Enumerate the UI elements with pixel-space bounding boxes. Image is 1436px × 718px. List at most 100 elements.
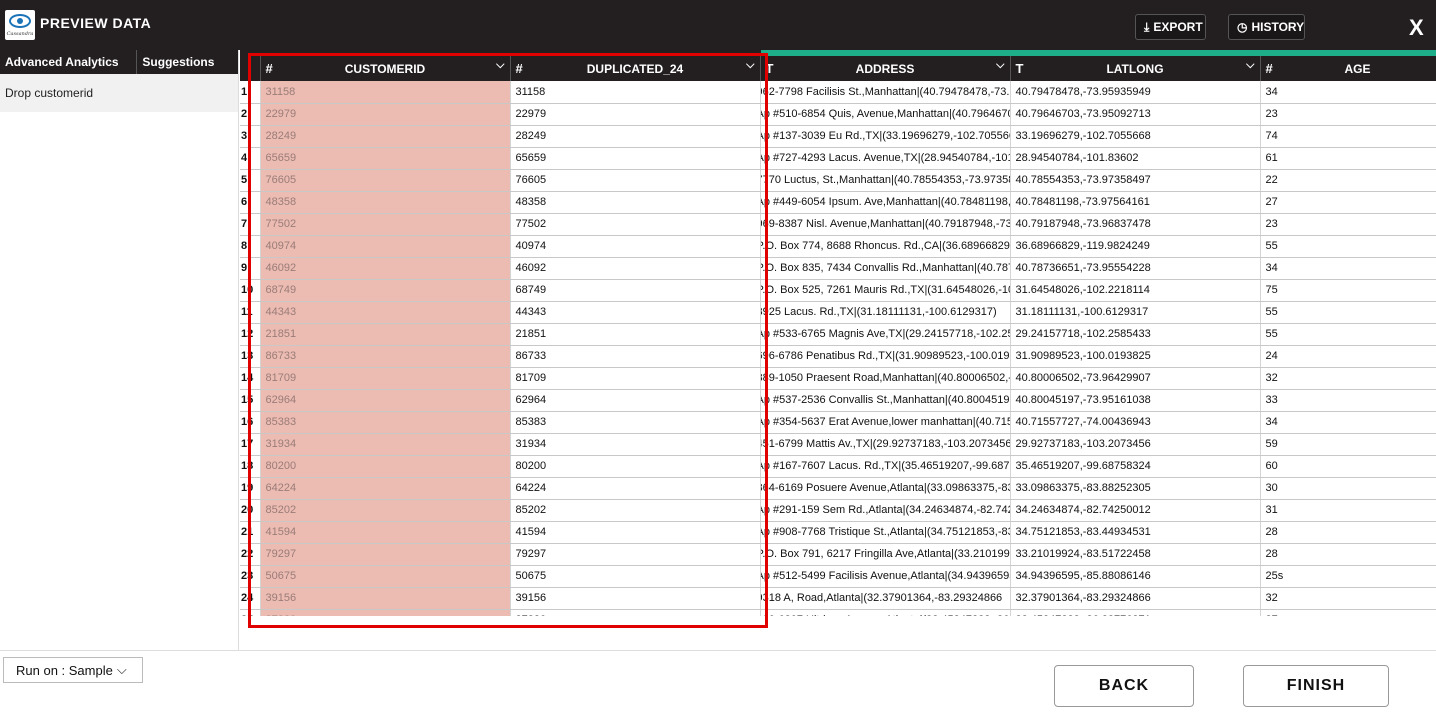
table-cell: 32 <box>1260 587 1436 610</box>
table-cell: 7770 Luctus, St.,Manhattan|(40.78554353,… <box>760 169 1011 192</box>
table-cell: 28 <box>1260 543 1436 566</box>
table-cell: 64224 <box>260 477 511 500</box>
table-cell: 77502 <box>510 213 761 236</box>
table-cell: 30 <box>1260 477 1436 500</box>
table-row[interactable]: 19 64224 64224 864-6169 Posuere Avenue,Atla… <box>240 477 1436 500</box>
cassandra-logo: Cassandra <box>5 10 35 40</box>
table-row[interactable]: 24 39156 39156 9318 A, Road,Atlanta|(32.379… <box>240 587 1436 610</box>
table-row[interactable]: 1 31158 31158 962-7798 Facilisis St.,Manhat… <box>240 81 1436 104</box>
chevron-down-icon[interactable]: ⌵ <box>996 59 1004 72</box>
row-number: 11 <box>240 301 261 324</box>
table-row[interactable]: 84097440974P.O. Box 774, 8688 Rhoncus. R… <box>240 235 1436 258</box>
table-row[interactable]: 214159441594Ap #908-7768 Tristique St.,A… <box>240 521 1436 544</box>
row-number: 7 <box>240 213 261 236</box>
chevron-down-icon[interactable]: ⌵ <box>746 59 754 72</box>
row-number: 9 <box>240 257 261 280</box>
row-number: 22 <box>240 543 261 566</box>
table-row[interactable]: 22297922979Ap #510-6854 Quis, Avenue,Man… <box>240 103 1436 126</box>
row-number: 1 <box>240 81 261 104</box>
chevron-down-icon[interactable]: ⌵ <box>496 59 504 72</box>
table-cell: 31158 <box>510 81 761 104</box>
table-cell: 40.79187948,-73.96837478 <box>1010 213 1261 236</box>
close-icon[interactable]: X <box>1409 15 1424 41</box>
table-row[interactable]: 7 77502 77502 969-8387 Nisl. Avenue,Manhatt… <box>240 213 1436 236</box>
column-header-address[interactable]: T ADDRESS ⌵ <box>760 50 1011 81</box>
table-cell: 22979 <box>260 103 511 126</box>
table-row[interactable]: 5 76605 76605 7770 Luctus, St.,Manhattan|(4… <box>240 169 1436 192</box>
run-on-select[interactable]: Run on : Sample ⌵ <box>3 657 143 683</box>
table-cell: 31 <box>1260 499 1436 522</box>
history-button[interactable]: ◷ HISTORY <box>1228 14 1305 40</box>
history-label: HISTORY <box>1251 20 1305 34</box>
column-type-icon: # <box>1265 61 1273 76</box>
table-cell: Ap #537-2536 Convallis St.,Manhattan|(40… <box>760 389 1011 412</box>
table-cell: 68749 <box>260 279 511 302</box>
table-cell: 75 <box>1260 279 1436 302</box>
table-cell: 34 <box>1260 81 1436 104</box>
data-grid[interactable]: # CUSTOMERID ⌵ # DUPLICATED_24 ⌵ T ADDRESS ⌵ T LAT… <box>240 50 1436 616</box>
finish-button[interactable]: FINISH <box>1243 665 1389 707</box>
table-row[interactable]: 156296462964Ap #537-2536 Convallis St.,M… <box>240 389 1436 412</box>
table-cell: 62964 <box>510 389 761 412</box>
table-cell: P.O. Box 774, 8688 Rhoncus. Rd.,CA|(36.6… <box>760 235 1011 258</box>
table-cell: 3925 Lacus. Rd.,TX|(31.18111131,-100.612… <box>760 301 1011 324</box>
table-row[interactable]: 106874968749P.O. Box 525, 7261 Mauris Rd… <box>240 279 1436 302</box>
run-on-label: Run on : Sample <box>16 662 113 678</box>
row-number: 10 <box>240 279 261 302</box>
table-cell: 33.45347283,-86.23776871 <box>1010 609 1261 616</box>
row-number: 3 <box>240 125 261 148</box>
tab-suggestions[interactable]: Suggestions <box>137 50 238 74</box>
table-cell: 48358 <box>260 191 511 214</box>
table-cell: 27 <box>1260 191 1436 214</box>
table-row[interactable]: 11 44343 44343 3925 Lacus. Rd.,TX|(31.18111… <box>240 301 1436 324</box>
table-cell: 44343 <box>260 301 511 324</box>
table-cell: 40.79646703,-73.95092713 <box>1010 103 1261 126</box>
table-row[interactable]: 3 28249 28249 Ap #137-3039 Eu Rd.,TX|(33.19… <box>240 125 1436 148</box>
table-row[interactable]: 252788027880120-6207 Ultrices Avenue,Atl… <box>240 609 1436 616</box>
row-number: 17 <box>240 433 261 456</box>
suggestion-drop-customerid[interactable]: Drop customerid <box>0 74 238 112</box>
table-row[interactable]: 64835848358Ap #449-6054 Ipsum. Ave,Manha… <box>240 191 1436 214</box>
row-number: 13 <box>240 345 261 368</box>
clock-icon: ◷ <box>1237 20 1248 34</box>
table-row[interactable]: 14 81709 81709 889-1050 Praesent Road,Manha… <box>240 367 1436 390</box>
table-cell: 28 <box>1260 521 1436 544</box>
column-type-icon: # <box>515 61 523 76</box>
back-button[interactable]: BACK <box>1054 665 1194 707</box>
column-header-latlong[interactable]: T LATLONG ⌵ <box>1010 50 1261 81</box>
table-row[interactable]: 168538385383Ap #354-5637 Erat Avenue,low… <box>240 411 1436 434</box>
table-cell: Ap #512-5499 Facilisis Avenue,Atlanta|(3… <box>760 565 1011 588</box>
column-header-age[interactable]: # AGE <box>1260 50 1436 81</box>
table-cell: 77502 <box>260 213 511 236</box>
table-cell: 40.80045197,-73.95161038 <box>1010 389 1261 412</box>
table-cell: Ap #291-159 Sem Rd.,Atlanta|(34.24634874… <box>760 499 1011 522</box>
table-cell: 33.19696279,-102.7055668 <box>1010 125 1261 148</box>
download-icon: ⤓ <box>1144 19 1150 34</box>
table-row[interactable]: 122185121851Ap #533-6765 Magnis Ave,TX|(… <box>240 323 1436 346</box>
table-cell: 21851 <box>260 323 511 346</box>
table-cell: 29.24157718,-102.2585433 <box>1010 323 1261 346</box>
table-row[interactable]: 13 86733 86733 696-6786 Penatibus Rd.,TX|(3… <box>240 345 1436 368</box>
table-row[interactable]: 235067550675Ap #512-5499 Facilisis Avenu… <box>240 565 1436 588</box>
table-row[interactable]: 227929779297P.O. Box 791, 6217 Fringilla… <box>240 543 1436 566</box>
table-row[interactable]: 188020080200Ap #167-7607 Lacus. Rd.,TX|(… <box>240 455 1436 478</box>
column-header-duplicated_24[interactable]: # DUPLICATED_24 ⌵ <box>510 50 761 81</box>
tab-advanced-analytics[interactable]: Advanced Analytics <box>0 50 138 74</box>
table-cell: 22 <box>1260 169 1436 192</box>
table-cell: 59 <box>1260 433 1436 456</box>
export-button[interactable]: ⤓ EXPORT <box>1135 14 1206 40</box>
table-cell: 24 <box>1260 345 1436 368</box>
table-cell: 40.71557727,-74.00436943 <box>1010 411 1261 434</box>
table-cell: 81709 <box>260 367 511 390</box>
table-cell: 31.18111131,-100.6129317 <box>1010 301 1261 324</box>
table-row[interactable]: 208520285202Ap #291-159 Sem Rd.,Atlanta|… <box>240 499 1436 522</box>
table-cell: Ap #908-7768 Tristique St.,Atlanta|(34.7… <box>760 521 1011 544</box>
column-header-customerid[interactable]: # CUSTOMERID ⌵ <box>260 50 511 81</box>
table-row[interactable]: 17 31934 31934 451-6799 Mattis Av.,TX|(29.9… <box>240 433 1436 456</box>
table-row[interactable]: 46565965659Ap #727-4293 Lacus. Avenue,TX… <box>240 147 1436 170</box>
table-cell: 31.64548026,-102.2218114 <box>1010 279 1261 302</box>
column-name: ADDRESS <box>855 62 915 76</box>
chevron-down-icon[interactable]: ⌵ <box>1246 59 1254 72</box>
table-row[interactable]: 94609246092P.O. Box 835, 7434 Convallis … <box>240 257 1436 280</box>
table-cell: Ap #354-5637 Erat Avenue,lower manhattan… <box>760 411 1011 434</box>
